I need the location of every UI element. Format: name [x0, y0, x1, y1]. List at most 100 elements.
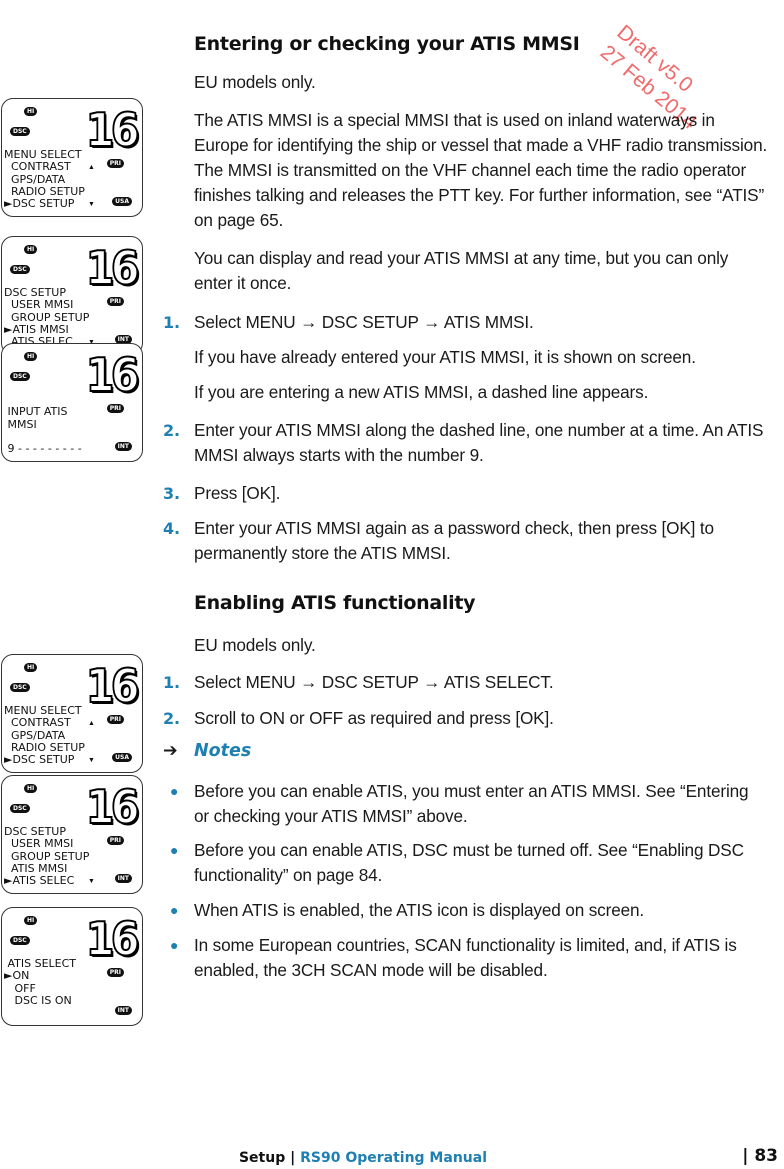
dsc-badge: DSC — [10, 372, 30, 381]
priority-badge: PRI — [106, 159, 124, 168]
step1-sub-note-1: If you have already entered your ATIS MM… — [194, 347, 696, 367]
step-2: 2. Enter your ATIS MMSI along the dashed… — [163, 418, 773, 465]
display-menu-line: USER MMSI — [4, 837, 74, 851]
dsc-badge: DSC — [10, 265, 30, 274]
atis-intro-paragraph: The ATIS MMSI is a special MMSI that is … — [194, 110, 768, 230]
bullet-icon: ● — [170, 937, 179, 953]
page-number: | 83 — [742, 1146, 778, 1166]
radio-display-illustration: HI DSC 16 PRI USA MENU SELECT CONTRAST GPS/DA… — [1, 654, 143, 773]
step-text: Enter your ATIS MMSI again as a password… — [194, 518, 714, 563]
priority-badge: PRI — [106, 715, 124, 724]
scroll-down-icon: ▼ — [88, 878, 95, 886]
scroll-up-icon: ▲ — [88, 720, 95, 728]
footer-breadcrumb: Setup | RS90 Operating Manual — [239, 1150, 487, 1166]
power-hi-badge: HI — [24, 245, 38, 254]
step-number: 1. — [163, 313, 180, 332]
radio-display-illustration: HI DSC 16 PRI INT ATIS SELECT ►ON OFF DSC IS … — [1, 907, 143, 1026]
section-heading-enabling-atis: Enabling ATIS functionality — [194, 592, 476, 614]
display-menu-line: ►ON — [4, 969, 30, 983]
step-number: 1. — [163, 673, 180, 692]
channel-number: 16 — [85, 241, 141, 295]
channel-number: 16 — [85, 912, 141, 966]
step-number: 4. — [163, 519, 180, 538]
display-menu: ATIS SELECT ►ON OFF DSC IS ON — [4, 957, 76, 1019]
display-menu-line: 9 - - - - - - - - - — [4, 442, 82, 456]
display-menu: INPUT ATIS MMSI 9 - - - - - - - - - — [4, 394, 82, 456]
display-menu-line: CONTRAST — [4, 716, 71, 730]
radio-display-illustration: HI DSC 16 PRI USA MENU SELECT CONTRAST GPS/DA… — [1, 98, 143, 217]
display-menu-line: MMSI — [4, 417, 37, 431]
notes-heading: ➔ Notes — [163, 741, 251, 761]
display-menu-line: CONTRAST — [4, 160, 71, 174]
note-text: Before you can enable ATIS, DSC must be … — [194, 840, 744, 885]
step1-sub-note-2: If you are entering a new ATIS MMSI, a d… — [194, 382, 649, 402]
scroll-up-icon: ▲ — [88, 164, 95, 172]
scroll-down-icon: ▼ — [88, 201, 95, 209]
dsc-badge: DSC — [10, 127, 30, 136]
channel-number: 16 — [85, 103, 141, 157]
region-badge: INT — [114, 1006, 132, 1015]
display-menu-line: USER MMSI — [4, 298, 74, 312]
enable-step-2: 2. Scroll to ON or OFF as required and p… — [163, 706, 773, 731]
power-hi-badge: HI — [24, 784, 38, 793]
step-1: 1. Select MENU → DSC SETUP → ATIS MMSI. — [163, 310, 773, 335]
scroll-down-icon: ▼ — [88, 757, 95, 765]
region-badge: USA — [112, 753, 132, 762]
note-text: In some European countries, SCAN functio… — [194, 935, 737, 980]
dsc-badge: DSC — [10, 683, 30, 692]
dsc-badge: DSC — [10, 936, 30, 945]
step-text: Select MENU → DSC SETUP → ATIS SELECT. — [194, 672, 554, 692]
channel-number: 16 — [85, 780, 141, 834]
channel-number: 16 — [85, 348, 141, 402]
footer-manual-title: RS90 Operating Manual — [300, 1150, 487, 1166]
bullet-icon: ● — [170, 902, 179, 918]
display-menu: DSC SETUP USER MMSI GROUP SETUP ATIS MMS… — [4, 825, 89, 888]
notes-label: Notes — [194, 741, 252, 761]
region-badge: INT — [114, 442, 132, 451]
step-3: 3. Press [OK]. — [163, 481, 773, 506]
radio-display-illustration: HI DSC 16 PRI INT DSC SETUP USER MMSI GROUP S… — [1, 236, 143, 355]
priority-badge: PRI — [106, 297, 124, 306]
step-number: 3. — [163, 484, 180, 503]
note-text: When ATIS is enabled, the ATIS icon is d… — [194, 900, 645, 920]
note-text: Before you can enable ATIS, you must ent… — [194, 781, 749, 826]
region-badge: USA — [112, 197, 132, 206]
step-4: 4. Enter your ATIS MMSI again as a passw… — [163, 516, 773, 563]
power-hi-badge: HI — [24, 663, 38, 672]
step-text: Press [OK]. — [194, 483, 281, 503]
display-menu-line: ►DSC SETUP — [4, 197, 75, 211]
dsc-badge: DSC — [10, 804, 30, 813]
display-menu-line: DSC IS ON — [4, 993, 72, 1007]
eu-models-note: EU models only. — [194, 72, 316, 92]
channel-number: 16 — [85, 659, 141, 713]
footer-section: Setup — [238, 1150, 286, 1166]
power-hi-badge: HI — [24, 352, 38, 361]
radio-display-illustration: HI DSC 16 PRI INT INPUT ATIS MMSI 9 - - - - … — [1, 343, 143, 462]
eu-models-note-2: EU models only. — [194, 635, 316, 655]
bullet-icon: ● — [170, 842, 179, 858]
arrow-right-icon: ➔ — [163, 741, 178, 761]
priority-badge: PRI — [106, 968, 124, 977]
display-menu-line — [4, 1007, 76, 1019]
step-text: Scroll to ON or OFF as required and pres… — [194, 708, 554, 728]
display-menu: MENU SELECT CONTRAST GPS/DATA RADIO SETU… — [4, 148, 85, 211]
section-heading-entering-atis-mmsi: Entering or checking your ATIS MMSI — [194, 33, 580, 55]
bullet-icon: ● — [170, 783, 179, 799]
priority-badge: PRI — [106, 404, 124, 413]
priority-badge: PRI — [106, 836, 124, 845]
display-note-paragraph: You can display and read your ATIS MMSI … — [194, 248, 729, 293]
display-menu: DSC SETUP USER MMSI GROUP SETUP ►ATIS MMS… — [4, 286, 89, 348]
enable-step-1: 1. Select MENU → DSC SETUP → ATIS SELECT… — [163, 670, 773, 695]
display-menu: MENU SELECT CONTRAST GPS/DATA RADIO SETU… — [4, 704, 85, 767]
display-menu-line: INPUT ATIS — [4, 405, 68, 419]
step-number: 2. — [163, 421, 180, 440]
display-menu-line: ►ATIS SELEC — [4, 874, 75, 888]
region-badge: INT — [114, 874, 132, 883]
radio-display-illustration: HI DSC 16 PRI INT DSC SETUP USER MMSI GROUP S… — [1, 775, 143, 894]
power-hi-badge: HI — [24, 916, 38, 925]
step-text: Enter your ATIS MMSI along the dashed li… — [194, 420, 764, 465]
step-number: 2. — [163, 709, 180, 728]
step-text: Select MENU → DSC SETUP → ATIS MMSI. — [194, 312, 534, 332]
power-hi-badge: HI — [24, 107, 38, 116]
display-menu-line: ►DSC SETUP — [4, 753, 75, 767]
